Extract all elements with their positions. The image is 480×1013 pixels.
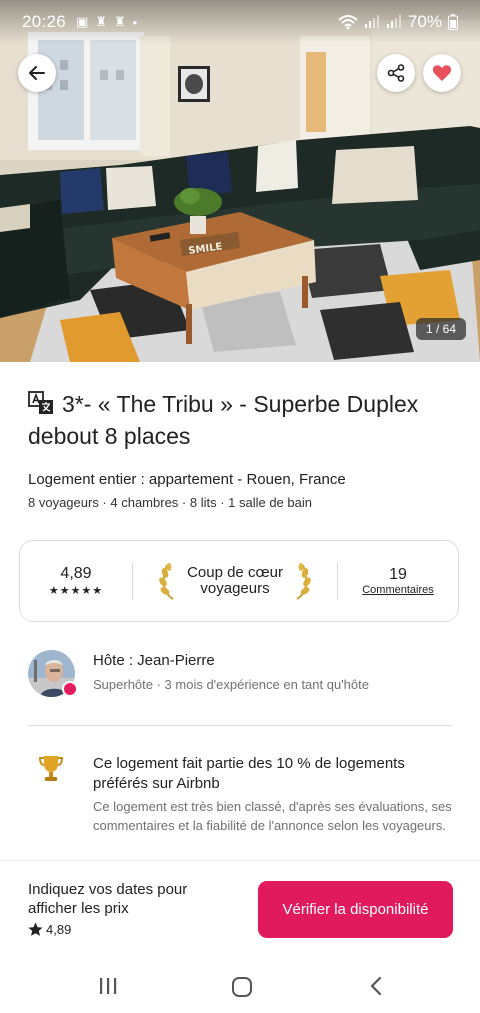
status-time: 20:26 — [22, 12, 67, 31]
heart-icon — [432, 65, 452, 81]
check-availability-button[interactable]: Vérifier la disponibilité — [258, 881, 453, 938]
listing-details: 8 voyageurs · 4 chambres · 8 lits · 1 sa… — [28, 495, 312, 510]
guest-favorite-text: Coup de cœur voyageurs — [187, 565, 283, 597]
status-bar: 20:26 ▣ ♜ ♜ • 70% — [0, 0, 480, 44]
battery-icon — [448, 14, 458, 30]
star-icon — [28, 922, 43, 936]
listing-subtitle: Logement entier : appartement - Rouen, F… — [28, 471, 346, 488]
reviews-stat[interactable]: 19 Commentaires — [338, 566, 458, 596]
calendar-notification-icon: ▣ — [76, 14, 89, 29]
back-nav-icon[interactable] — [368, 976, 384, 996]
share-button[interactable] — [377, 54, 415, 92]
host-section[interactable]: Hôte : Jean-Pierre Superhôte · 3 mois d'… — [28, 650, 458, 700]
app-notification-icon: ♜ — [114, 14, 126, 29]
reviews-link[interactable]: Commentaires — [362, 584, 434, 596]
signal-icon-2 — [386, 15, 401, 28]
status-right: 70% — [338, 12, 458, 32]
guest-favorite-line2: voyageurs — [200, 580, 270, 597]
rating-stat: 4,89 ★★★★★ — [20, 565, 132, 597]
guest-favorite-stat: Coup de cœur voyageurs — [133, 561, 337, 601]
recents-icon[interactable] — [98, 976, 118, 996]
listing-photo[interactable]: SMILE 20:26 ▣ ♜ ♜ • 70% 1 / 64 — [0, 0, 480, 362]
photo-counter: 1 / 64 — [415, 318, 466, 340]
rating-value: 4,89 — [60, 565, 92, 582]
app-notification-icon: ♜ — [95, 14, 107, 29]
listing-title: 3*- « The Tribu » - Superbe Duplex debou… — [28, 388, 458, 452]
booking-bar: Indiquez vos dates pour afficher les pri… — [0, 860, 480, 960]
more-notifications-icon: • — [132, 14, 138, 30]
listing-title-text: 3*- « The Tribu » - Superbe Duplex debou… — [28, 391, 419, 449]
highlight-body: Ce logement est très bien classé, d'aprè… — [93, 799, 452, 833]
booking-rating-value: 4,89 — [46, 922, 72, 937]
section-divider — [28, 725, 452, 726]
booking-rating: 4,89 — [28, 922, 71, 937]
host-name: Hôte : Jean-Pierre — [93, 652, 215, 669]
battery-level: 70% — [407, 12, 442, 31]
back-arrow-icon — [29, 66, 45, 80]
notification-icons: ▣ ♜ ♜ • — [76, 14, 137, 30]
superhost-badge — [62, 681, 78, 697]
host-subtitle: Superhôte · 3 mois d'expérience en tant … — [93, 677, 369, 692]
stats-card[interactable]: 4,89 ★★★★★ Coup de cœur voyageurs 19 Com… — [19, 540, 459, 622]
listing-title-block: 3*- « The Tribu » - Superbe Duplex debou… — [28, 388, 458, 452]
system-nav-bar — [0, 960, 480, 1013]
dates-prompt[interactable]: Indiquez vos dates pour afficher les pri… — [28, 880, 238, 918]
signal-icon — [364, 15, 379, 28]
favorite-button[interactable] — [423, 54, 461, 92]
back-button[interactable] — [18, 54, 56, 92]
reviews-count: 19 — [389, 566, 407, 583]
translate-icon[interactable] — [28, 391, 54, 415]
trophy-icon — [38, 756, 64, 781]
wifi-icon — [338, 15, 358, 30]
living-room-photo: SMILE — [0, 0, 480, 362]
rating-stars: ★★★★★ — [48, 585, 104, 597]
laurel-right-icon — [296, 563, 311, 600]
share-icon — [387, 64, 405, 82]
guest-favorite-line1: Coup de cœur — [187, 564, 283, 581]
highlight-title: Ce logement fait partie des 10 % de loge… — [93, 755, 405, 792]
laurel-left-icon — [159, 563, 174, 600]
home-icon[interactable] — [231, 976, 253, 998]
